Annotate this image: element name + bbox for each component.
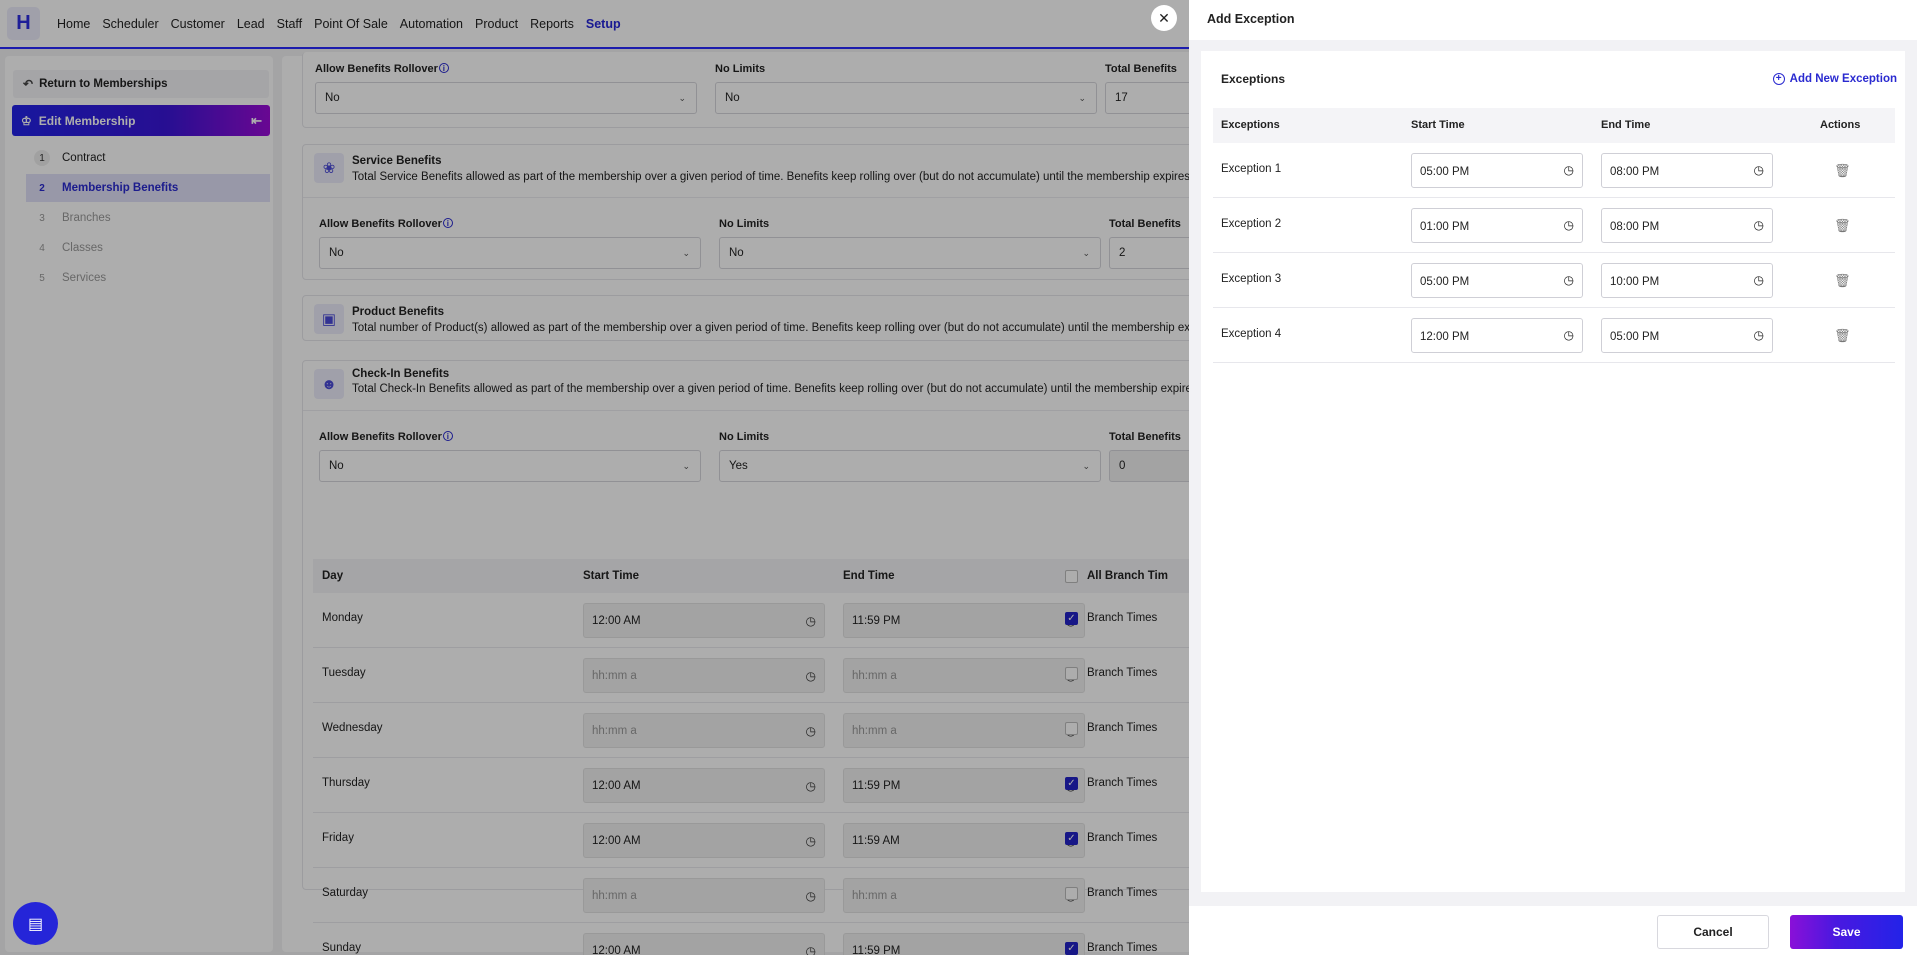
clock-icon: ◷ bbox=[1753, 273, 1764, 287]
save-button[interactable]: Save bbox=[1790, 915, 1903, 949]
exception-name: Exception 2 bbox=[1221, 218, 1282, 230]
clock-icon: ◷ bbox=[1753, 328, 1764, 342]
chat-icon[interactable]: ▤ bbox=[13, 902, 58, 945]
add-exception-drawer: Add Exception Exceptions + Add New Excep… bbox=[1189, 0, 1917, 955]
start-time-input[interactable]: 05:00 PM ◷ bbox=[1411, 153, 1583, 188]
clock-icon: ◷ bbox=[1563, 163, 1574, 177]
cancel-button[interactable]: Cancel bbox=[1657, 915, 1769, 949]
header-start-time: Start Time bbox=[1411, 119, 1465, 131]
add-new-exception-label: Add New Exception bbox=[1789, 73, 1897, 85]
clock-icon: ◷ bbox=[1563, 218, 1574, 232]
clock-icon: ◷ bbox=[1563, 328, 1574, 342]
trash-icon[interactable]: 🗑 bbox=[1834, 273, 1851, 289]
exceptions-section-title: Exceptions bbox=[1221, 72, 1286, 86]
modal-overlay[interactable] bbox=[0, 0, 1189, 955]
header-actions: Actions bbox=[1820, 119, 1861, 131]
exception-row: Exception 3 05:00 PM ◷ 10:00 PM ◷ 🗑 bbox=[1213, 253, 1895, 308]
end-time-input[interactable]: 10:00 PM ◷ bbox=[1601, 263, 1773, 298]
close-icon[interactable]: ✕ bbox=[1151, 5, 1177, 31]
clock-icon: ◷ bbox=[1753, 163, 1764, 177]
end-time-input[interactable]: 05:00 PM ◷ bbox=[1601, 318, 1773, 353]
clock-icon: ◷ bbox=[1563, 273, 1574, 287]
start-time-input[interactable]: 05:00 PM ◷ bbox=[1411, 263, 1583, 298]
plus-circle-icon: + bbox=[1772, 73, 1785, 85]
drawer-title: Add Exception bbox=[1207, 12, 1295, 26]
add-new-exception-button[interactable]: + Add New Exception bbox=[1772, 73, 1897, 85]
trash-icon[interactable]: 🗑 bbox=[1834, 328, 1851, 344]
app-background: H Home Scheduler Customer Lead Staff Poi… bbox=[0, 0, 1917, 955]
exception-name: Exception 4 bbox=[1221, 328, 1282, 340]
exception-row: Exception 2 01:00 PM ◷ 08:00 PM ◷ 🗑 bbox=[1213, 198, 1895, 253]
drawer-body: Exceptions + Add New Exception Exception… bbox=[1201, 51, 1905, 892]
exception-row: Exception 4 12:00 PM ◷ 05:00 PM ◷ 🗑 bbox=[1213, 308, 1895, 363]
exceptions-table-header: Exceptions Start Time End Time Actions bbox=[1213, 108, 1895, 143]
end-time-input[interactable]: 08:00 PM ◷ bbox=[1601, 153, 1773, 188]
trash-icon[interactable]: 🗑 bbox=[1834, 218, 1851, 234]
trash-icon[interactable]: 🗑 bbox=[1834, 163, 1851, 179]
exception-name: Exception 3 bbox=[1221, 273, 1282, 285]
exception-row: Exception 1 05:00 PM ◷ 08:00 PM ◷ 🗑 bbox=[1213, 143, 1895, 198]
header-end-time: End Time bbox=[1601, 119, 1651, 131]
start-time-input[interactable]: 12:00 PM ◷ bbox=[1411, 318, 1583, 353]
clock-icon: ◷ bbox=[1753, 218, 1764, 232]
header-exceptions: Exceptions bbox=[1221, 119, 1280, 131]
drawer-footer: Cancel Save bbox=[1189, 906, 1917, 955]
end-time-input[interactable]: 08:00 PM ◷ bbox=[1601, 208, 1773, 243]
start-time-input[interactable]: 01:00 PM ◷ bbox=[1411, 208, 1583, 243]
drawer-header: Add Exception bbox=[1189, 0, 1917, 40]
exception-name: Exception 1 bbox=[1221, 163, 1282, 175]
